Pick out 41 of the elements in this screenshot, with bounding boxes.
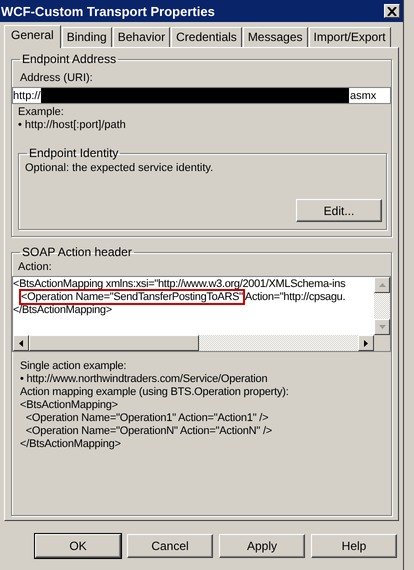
- help-text: <BtsActionMapping>: [20, 399, 119, 412]
- edit-button[interactable]: Edit...: [296, 199, 382, 222]
- dialog-button[interactable]: Apply: [219, 534, 305, 558]
- address-field[interactable]: http:// asmx: [12, 87, 391, 104]
- help-text: Action mapping example (using BTS.Operation property):: [20, 386, 290, 399]
- scrollbar-corner: [374, 335, 390, 351]
- code-line: </BtsActionMapping>: [13, 304, 113, 317]
- vertical-scrollbar[interactable]: [374, 277, 390, 335]
- example-text: • http://host[:port]/path: [18, 119, 127, 132]
- tab[interactable]: Credentials: [171, 27, 242, 47]
- tab[interactable]: General: [4, 25, 61, 48]
- help-text: • http://www.northwindtraders.com/Service/Operation: [20, 373, 268, 386]
- group-title: Endpoint Identity: [28, 146, 120, 160]
- down-arrow-icon: [378, 325, 386, 329]
- help-text: </BtsActionMapping>: [20, 438, 122, 451]
- help-text: <Operation Name="Operation1" Action="Action1" />: [24, 412, 270, 425]
- close-button[interactable]: [384, 4, 400, 18]
- group-title: SOAP Action header: [21, 245, 133, 259]
- action-label: Action:: [18, 261, 53, 274]
- help-text: <Operation Name="OperationN" Action="ActionN" />: [24, 425, 274, 438]
- horizontal-scrollbar[interactable]: [13, 335, 390, 351]
- tab[interactable]: Behavior: [112, 27, 170, 47]
- tab[interactable]: Import/Export: [308, 27, 391, 47]
- code-line: <Operation Name="SendTansferPostingToARS" Action="http://cpsagu.: [20, 291, 346, 304]
- action-text-area[interactable]: <BtsActionMapping xmlns:xsi="http://www.w3.org/2001/XMLSchema-ins <Operation Name="SendTansferPostingToARS" Action="http://cpsagu. </BtsActionMapping>: [12, 276, 391, 352]
- example-label: Example:: [18, 106, 65, 119]
- left-arrow-icon: [19, 340, 23, 346]
- help-text: Single action example:: [20, 360, 128, 373]
- tab[interactable]: Messages: [242, 27, 308, 47]
- dialog-button[interactable]: Help: [311, 534, 397, 558]
- address-label: Address (URI):: [20, 72, 94, 85]
- close-icon: [387, 6, 397, 16]
- code-line: <BtsActionMapping xmlns:xsi="http://www.w3.org/2001/XMLSchema-ins: [13, 278, 346, 291]
- dialog-button[interactable]: Cancel: [127, 534, 213, 558]
- window-title: WCF-Custom Transport Properties: [1, 4, 215, 18]
- up-arrow-icon: [378, 283, 386, 287]
- tab[interactable]: Binding: [62, 27, 112, 47]
- right-arrow-icon: [364, 340, 368, 346]
- group-title: Endpoint Address: [21, 52, 118, 66]
- identity-hint: Optional: the expected service identity.: [25, 162, 214, 175]
- dialog-button[interactable]: OK: [35, 534, 121, 558]
